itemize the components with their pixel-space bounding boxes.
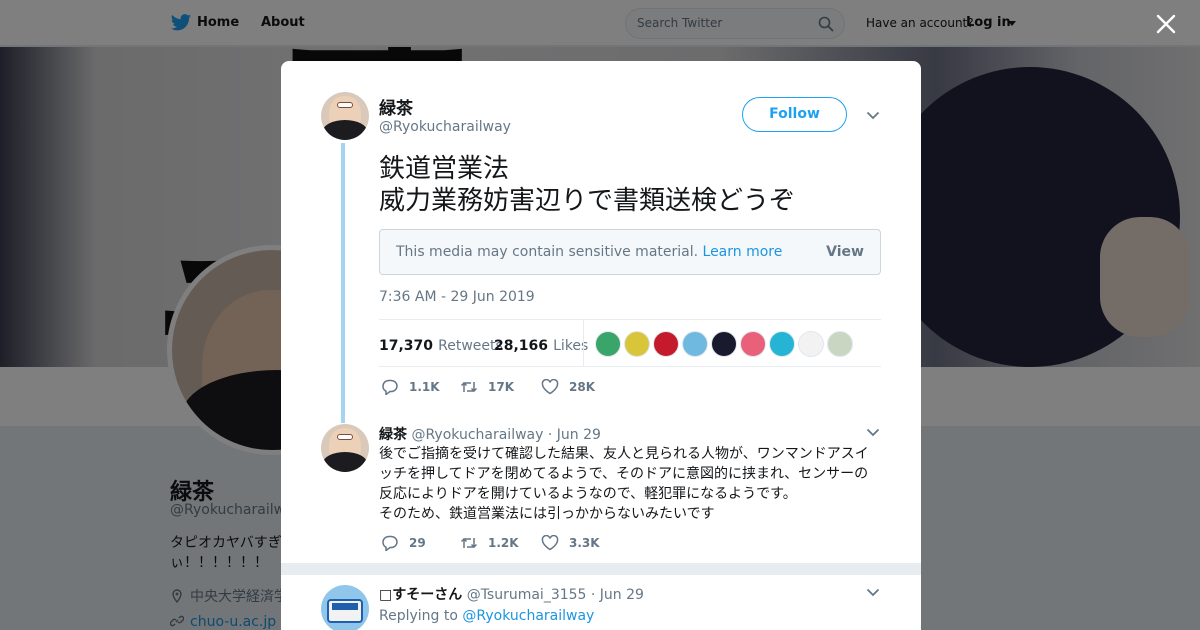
- heart-icon: [541, 379, 559, 395]
- stats-divider: [583, 320, 584, 366]
- reply-author-name[interactable]: 緑茶: [379, 427, 407, 443]
- tweet-stats: 17,370 Retweets 28,166 Likes: [379, 319, 881, 367]
- liker-avatar[interactable]: [827, 331, 853, 357]
- author-handle[interactable]: @Ryokucharailway: [379, 119, 511, 135]
- sensitive-media-warning: This media may contain sensitive materia…: [379, 229, 881, 275]
- retweets-count: 17,370: [379, 338, 434, 354]
- reply2-author-handle[interactable]: @Tsurumai_3155: [467, 587, 587, 603]
- retweet-icon: [460, 537, 478, 549]
- thread-line: [341, 143, 345, 423]
- reply-count: 29: [409, 536, 426, 550]
- retweet-count: 1.2K: [488, 536, 519, 550]
- close-icon[interactable]: [1155, 13, 1177, 35]
- avatar-graphic: [332, 603, 358, 610]
- reply-icon: [382, 379, 398, 395]
- reply-header: 緑茶 @Ryokucharailway · Jun 29: [379, 424, 601, 444]
- avatar-graphic: [323, 452, 367, 472]
- reply2-header: □すそーさん @Tsurumai_3155 · Jun 29: [379, 584, 644, 604]
- author-name[interactable]: 緑茶: [379, 94, 413, 119]
- sensitive-text: This media may contain sensitive materia…: [396, 244, 782, 260]
- chevron-down-icon[interactable]: [866, 588, 880, 597]
- heart-icon: [541, 535, 559, 551]
- tweet-modal: 緑茶 @Ryokucharailway Follow 鉄道営業法 威力業務妨害辺…: [281, 61, 921, 630]
- liker-avatar[interactable]: [769, 331, 795, 357]
- author-avatar[interactable]: [321, 92, 369, 140]
- reply-actions: 29 1.2K 3.3K: [381, 535, 681, 553]
- like-count: 28K: [569, 380, 595, 394]
- tweet-text: 鉄道営業法 威力業務妨害辺りで書類送検どうぞ: [379, 153, 795, 217]
- follow-button[interactable]: Follow: [742, 97, 847, 132]
- liker-avatar[interactable]: [595, 331, 621, 357]
- reply2-author-avatar[interactable]: [321, 585, 369, 630]
- liker-avatar[interactable]: [624, 331, 650, 357]
- tweet-timestamp[interactable]: 7:36 AM - 29 Jun 2019: [379, 289, 535, 305]
- reply-text-line: 後でご指摘を受けて確認した結果、友人と見られる人物が、ワンマンドアスイ: [379, 446, 869, 462]
- likes-count: 28,166: [494, 338, 549, 354]
- reply-date[interactable]: · Jun 29: [548, 427, 601, 443]
- reply-text-line: 反応によりドアを開けているようなので、軽犯罪になるようです。: [379, 486, 797, 502]
- reply-count: 1.1K: [409, 380, 440, 394]
- liker-avatar[interactable]: [682, 331, 708, 357]
- avatar-graphic: [323, 120, 367, 140]
- replying-to-label: Replying to: [379, 608, 458, 624]
- reply-icon: [382, 535, 398, 551]
- sensitive-message: This media may contain sensitive materia…: [396, 244, 699, 260]
- section-divider: [281, 563, 921, 575]
- liker-avatar[interactable]: [798, 331, 824, 357]
- retweets-stat[interactable]: 17,370 Retweets: [379, 335, 503, 354]
- replying-to-handle[interactable]: @Ryokucharailway: [462, 608, 594, 624]
- liker-avatar[interactable]: [711, 331, 737, 357]
- likes-stat[interactable]: 28,166 Likes: [494, 335, 588, 354]
- avatar-graphic: [337, 434, 353, 440]
- chevron-down-icon[interactable]: [866, 428, 880, 437]
- replying-to: Replying to @Ryokucharailway: [379, 608, 594, 624]
- like-count: 3.3K: [569, 536, 600, 550]
- tweet-text-line: 威力業務妨害辺りで書類送検どうぞ: [379, 186, 796, 216]
- reply2-date[interactable]: · Jun 29: [591, 587, 644, 603]
- liker-avatar[interactable]: [653, 331, 679, 357]
- reply2-author-name[interactable]: □すそーさん: [379, 587, 462, 603]
- reply-text-line: ッチを押してドアを閉めてるようで、そのドアに意図的に挟まれ、センサーの: [379, 466, 869, 482]
- learn-more-link[interactable]: Learn more: [703, 244, 783, 260]
- avatar-graphic: [337, 102, 353, 108]
- tweet-text-line: 鉄道営業法: [379, 154, 510, 184]
- retweet-count: 17K: [488, 380, 514, 394]
- reply-author-handle[interactable]: @Ryokucharailway: [411, 427, 543, 443]
- reply-author-avatar[interactable]: [321, 424, 369, 472]
- reply-text-line: そのため、鉄道営業法には引っかからないみたいです: [379, 506, 715, 522]
- chevron-down-icon[interactable]: [866, 111, 880, 120]
- liker-avatar[interactable]: [740, 331, 766, 357]
- reply-text: 後でご指摘を受けて確認した結果、友人と見られる人物が、ワンマンドアスイ ッチを押…: [379, 444, 879, 524]
- view-media-button[interactable]: View: [826, 244, 864, 260]
- retweet-icon: [460, 381, 478, 393]
- tweet-actions: 1.1K 17K 28K: [381, 379, 681, 397]
